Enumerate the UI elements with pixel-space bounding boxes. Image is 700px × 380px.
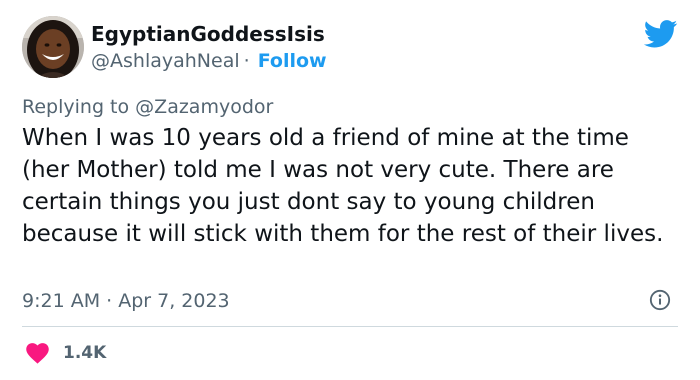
display-name[interactable]: EgyptianGoddessIsis: [91, 22, 325, 46]
user-handle[interactable]: @AshlayahNeal: [91, 50, 240, 72]
handle-row: @AshlayahNeal · Follow: [91, 50, 327, 72]
info-icon[interactable]: [649, 289, 671, 311]
twitter-bird-icon[interactable]: [644, 20, 678, 48]
avatar-photo: [22, 16, 84, 78]
tweet-text: When I was 10 years old a friend of mine…: [22, 125, 664, 247]
reply-mention-link[interactable]: @Zazamyodor: [135, 96, 273, 118]
replying-to-label: Replying to: [22, 96, 130, 118]
avatar[interactable]: [22, 16, 84, 78]
tweet-timestamp[interactable]: 9:21 AM · Apr 7, 2023: [22, 290, 230, 312]
follow-button[interactable]: Follow: [258, 50, 327, 72]
like-button[interactable]: 1.4K: [26, 340, 106, 366]
heart-icon: [26, 342, 49, 364]
tweet-card: EgyptianGoddessIsis @AshlayahNeal · Follo…: [0, 0, 700, 380]
divider: [22, 326, 678, 327]
like-count: 1.4K: [63, 343, 107, 363]
replying-to: Replying to @Zazamyodor: [22, 96, 273, 118]
handle-separator: ·: [243, 50, 250, 72]
